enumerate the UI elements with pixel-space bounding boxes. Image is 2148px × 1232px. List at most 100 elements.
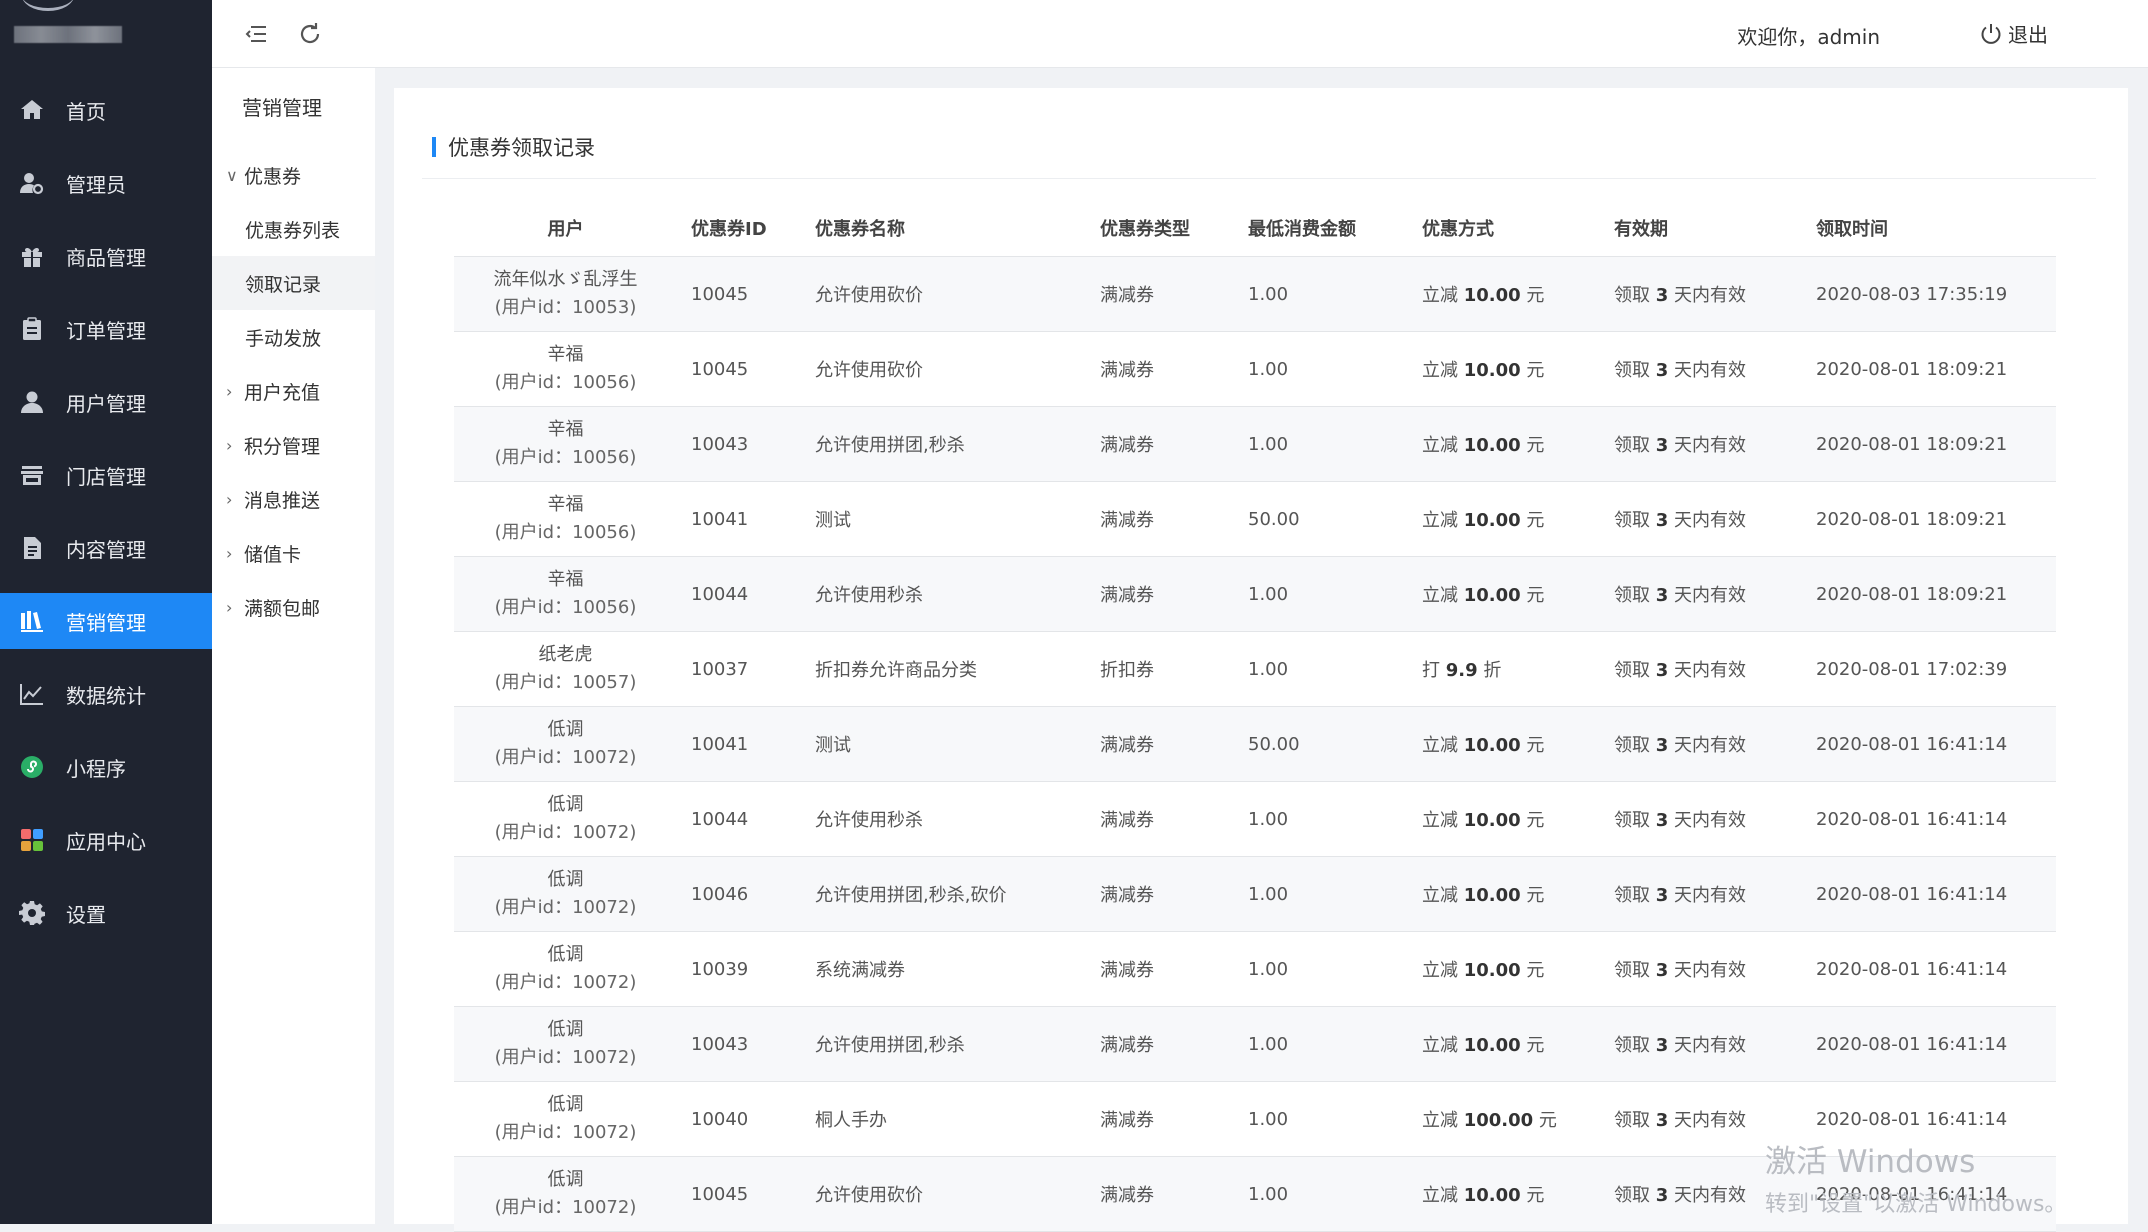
cell-coupon-name: 允许使用秒杀 xyxy=(815,781,1100,857)
submenu-item-0[interactable]: ∨ 优惠券 xyxy=(212,148,375,202)
sidebar-item-document[interactable]: 内容管理 xyxy=(0,520,212,576)
cell-coupon-name: 折扣券允许商品分类 xyxy=(815,631,1100,707)
discount-prefix: 立减 xyxy=(1422,585,1464,606)
sidebar-item-app-grid[interactable]: 应用中心 xyxy=(0,812,212,868)
gear-icon xyxy=(18,899,46,927)
cell-coupon-id: 10043 xyxy=(677,1006,815,1082)
sidebar-item-line-chart[interactable]: 数据统计 xyxy=(0,666,212,722)
submenu-item-2[interactable]: 领取记录 xyxy=(212,256,375,310)
sidebar-item-user[interactable]: 用户管理 xyxy=(0,374,212,430)
user-icon xyxy=(18,388,46,416)
cell-coupon-type: 满减券 xyxy=(1100,556,1248,632)
cell-discount-method: 立减 10.00 元 xyxy=(1422,256,1614,332)
validity-days: 3 xyxy=(1655,1185,1669,1206)
submenu-item-5[interactable]: › 积分管理 xyxy=(212,418,375,472)
cell-discount-method: 立减 10.00 元 xyxy=(1422,781,1614,857)
sidebar-item-home[interactable]: 首页 xyxy=(0,82,212,138)
validity-prefix: 领取 xyxy=(1614,810,1656,831)
cell-discount-method: 立减 10.00 元 xyxy=(1422,856,1614,932)
chevron-right-icon: › xyxy=(226,489,233,509)
sidebar-item-gift[interactable]: 商品管理 xyxy=(0,228,212,284)
sidebar-item-admin-user[interactable]: 管理员 xyxy=(0,155,212,211)
submenu-item-1[interactable]: 优惠券列表 xyxy=(212,202,375,256)
submenu-item-8[interactable]: › 满额包邮 xyxy=(212,580,375,634)
discount-prefix: 立减 xyxy=(1422,1035,1464,1056)
cell-validity: 领取 3 天内有效 xyxy=(1614,706,1816,782)
validity-prefix: 领取 xyxy=(1614,1185,1656,1206)
cell-user: 低调 (用户id：10072) xyxy=(454,856,677,932)
cell-discount-method: 打 9.9 折 xyxy=(1422,631,1614,707)
user-id: (用户id：10053) xyxy=(494,297,637,318)
user-name: 低调 xyxy=(547,869,584,890)
cell-coupon-id: 10045 xyxy=(677,331,815,407)
cell-min-spend: 1.00 xyxy=(1248,406,1422,482)
col-coupon-name: 优惠券名称 xyxy=(815,200,1100,257)
cell-discount-method: 立减 10.00 元 xyxy=(1422,931,1614,1007)
logo xyxy=(0,0,212,60)
sidebar-item-label: 商品管理 xyxy=(66,245,146,270)
validity-suffix: 天内有效 xyxy=(1668,285,1746,306)
cell-coupon-id: 10045 xyxy=(677,256,815,332)
user-name: 辛福 xyxy=(547,419,584,440)
validity-prefix: 领取 xyxy=(1614,510,1656,531)
cell-coupon-type: 满减券 xyxy=(1100,481,1248,557)
chevron-right-icon: › xyxy=(226,381,233,401)
discount-suffix: 元 xyxy=(1520,735,1545,756)
validity-days: 3 xyxy=(1655,285,1669,306)
validity-suffix: 天内有效 xyxy=(1668,1110,1746,1131)
logout-button[interactable]: 退出 xyxy=(1978,19,2048,48)
cell-discount-method: 立减 10.00 元 xyxy=(1422,1156,1614,1232)
gift-icon xyxy=(18,242,46,270)
discount-suffix: 元 xyxy=(1520,1035,1545,1056)
sidebar-item-label: 门店管理 xyxy=(66,464,146,489)
user-name: 低调 xyxy=(547,1169,584,1190)
cell-claim-time: 2020-08-03 17:35:19 xyxy=(1816,256,2056,332)
table-row: 低调 (用户id：10072) 10041 测试 满减券 50.00 立减 10.00 元领… xyxy=(454,706,2056,782)
admin-user-icon xyxy=(18,169,46,197)
discount-amount: 10.00 xyxy=(1463,435,1521,456)
collapse-menu-icon[interactable] xyxy=(242,20,270,48)
submenu-item-7[interactable]: › 储值卡 xyxy=(212,526,375,580)
cell-discount-method: 立减 10.00 元 xyxy=(1422,331,1614,407)
col-user: 用户 xyxy=(454,200,677,257)
sidebar-item-mini-program[interactable]: 小程序 xyxy=(0,739,212,795)
discount-amount: 10.00 xyxy=(1463,735,1521,756)
sidebar-item-label: 小程序 xyxy=(66,756,126,781)
cell-min-spend: 1.00 xyxy=(1248,931,1422,1007)
cell-claim-time: 2020-08-01 16:41:14 xyxy=(1816,856,2056,932)
cell-validity: 领取 3 天内有效 xyxy=(1614,256,1816,332)
cell-coupon-name: 允许使用拼团,秒杀 xyxy=(815,406,1100,482)
cell-user: 辛福 (用户id：10056) xyxy=(454,481,677,557)
user-id: (用户id：10072) xyxy=(494,1047,637,1068)
sidebar-item-store[interactable]: 门店管理 xyxy=(0,447,212,503)
table-row: 流年似水ゞ乱浮生 (用户id：10053) 10045 允许使用砍价 满减券 1.00 立减… xyxy=(454,256,2056,332)
cell-coupon-name: 系统满减券 xyxy=(815,931,1100,1007)
user-id: (用户id：10072) xyxy=(494,1197,637,1218)
power-icon xyxy=(1981,23,2001,44)
validity-days: 3 xyxy=(1655,435,1669,456)
cell-discount-method: 立减 10.00 元 xyxy=(1422,706,1614,782)
line-chart-icon xyxy=(18,680,46,708)
discount-amount: 10.00 xyxy=(1463,510,1521,531)
cell-claim-time: 2020-08-01 17:02:39 xyxy=(1816,631,2056,707)
submenu-item-3[interactable]: 手动发放 xyxy=(212,310,375,364)
sidebar-item-gear[interactable]: 设置 xyxy=(0,885,212,941)
cell-min-spend: 1.00 xyxy=(1248,1156,1422,1232)
validity-suffix: 天内有效 xyxy=(1668,1185,1746,1206)
cell-coupon-type: 满减券 xyxy=(1100,406,1248,482)
sidebar-item-marketing[interactable]: 营销管理 xyxy=(0,593,212,649)
submenu-item-6[interactable]: › 消息推送 xyxy=(212,472,375,526)
submenu-item-label: 领取记录 xyxy=(245,273,322,296)
cell-claim-time: 2020-08-01 18:09:21 xyxy=(1816,406,2056,482)
submenu-item-4[interactable]: › 用户充值 xyxy=(212,364,375,418)
refresh-icon[interactable] xyxy=(296,20,324,48)
marketing-icon xyxy=(18,607,46,635)
cell-min-spend: 1.00 xyxy=(1248,631,1422,707)
sidebar-item-clipboard[interactable]: 订单管理 xyxy=(0,301,212,357)
discount-prefix: 立减 xyxy=(1422,1185,1464,1206)
cell-validity: 领取 3 天内有效 xyxy=(1614,631,1816,707)
cell-min-spend: 50.00 xyxy=(1248,706,1422,782)
validity-days: 3 xyxy=(1655,1110,1669,1131)
table-row: 辛福 (用户id：10056) 10045 允许使用砍价 满减券 1.00 立减 10.00… xyxy=(454,331,2056,407)
sidebar-item-label: 用户管理 xyxy=(66,391,146,416)
